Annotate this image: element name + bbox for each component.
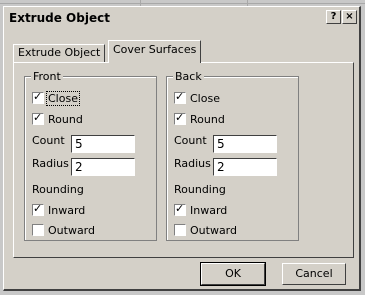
- tab-extrude-object[interactable]: Extrude Object: [13, 44, 106, 62]
- back-radius-input[interactable]: 2: [213, 158, 277, 176]
- back-group-title: Back: [173, 70, 204, 83]
- check-icon: ✓: [175, 202, 185, 215]
- front-radius-label: Radius: [32, 157, 69, 170]
- close-button[interactable]: ×: [342, 10, 357, 24]
- tab-label: Extrude Object: [18, 46, 101, 59]
- title-bar: Extrude Object ? ×: [5, 8, 358, 28]
- check-icon: ✓: [175, 90, 185, 103]
- checkbox-box: ✓: [32, 111, 44, 125]
- checkbox-box: ✓: [32, 90, 44, 104]
- front-group: Front ✓ Close ✓ Round Count 5 Radius 2 R…: [24, 70, 157, 241]
- front-radius-input[interactable]: 2: [71, 158, 135, 176]
- back-close-checkbox[interactable]: ✓ Close: [174, 90, 220, 105]
- checkbox-label: Inward: [48, 203, 86, 217]
- front-group-title: Front: [31, 70, 63, 83]
- back-radius-label: Radius: [174, 157, 211, 170]
- front-inward-checkbox[interactable]: ✓ Inward: [32, 202, 86, 217]
- checkbox-box: [32, 224, 44, 236]
- cancel-button[interactable]: Cancel: [282, 263, 346, 285]
- check-icon: ✓: [33, 90, 43, 103]
- back-count-label: Count: [174, 134, 207, 147]
- help-icon: ?: [330, 11, 337, 22]
- back-group: Back ✓ Close ✓ Round Count 5 Radius 2 Ro…: [166, 70, 299, 241]
- checkbox-label: Outward: [48, 223, 95, 237]
- check-icon: ✓: [33, 111, 43, 124]
- checkbox-box: ✓: [174, 90, 186, 104]
- close-icon: ×: [345, 11, 354, 22]
- dialog-title: Extrude Object: [9, 11, 110, 25]
- checkbox-box: ✓: [174, 202, 186, 216]
- check-icon: ✓: [175, 111, 185, 124]
- tab-cover-surfaces[interactable]: Cover Surfaces: [108, 40, 202, 63]
- checkbox-label: Outward: [190, 223, 237, 237]
- checkbox-box: [174, 224, 186, 236]
- tab-label: Cover Surfaces: [113, 43, 197, 56]
- checkbox-label: Close: [190, 91, 220, 105]
- front-outward-checkbox[interactable]: Outward: [32, 223, 95, 237]
- check-icon: ✓: [33, 202, 43, 215]
- back-rounding-label: Rounding: [174, 183, 226, 196]
- front-rounding-label: Rounding: [32, 183, 84, 196]
- checkbox-label: Round: [190, 112, 225, 126]
- back-inward-checkbox[interactable]: ✓ Inward: [174, 202, 228, 217]
- back-round-checkbox[interactable]: ✓ Round: [174, 111, 225, 126]
- checkbox-box: ✓: [32, 202, 44, 216]
- checkbox-box: ✓: [174, 111, 186, 125]
- front-close-checkbox[interactable]: ✓ Close: [32, 90, 80, 106]
- checkbox-label: Inward: [190, 203, 228, 217]
- ok-button[interactable]: OK: [200, 262, 266, 286]
- background-line: [0, 3, 365, 4]
- back-outward-checkbox[interactable]: Outward: [174, 223, 237, 237]
- extrude-object-dialog: Extrude Object ? × Extrude Object Cover …: [3, 6, 361, 291]
- tab-panel: Front ✓ Close ✓ Round Count 5 Radius 2 R…: [13, 62, 354, 258]
- checkbox-label: Round: [48, 112, 83, 126]
- front-round-checkbox[interactable]: ✓ Round: [32, 111, 83, 126]
- help-button[interactable]: ?: [326, 10, 341, 24]
- front-count-label: Count: [32, 134, 65, 147]
- checkbox-label: Close: [46, 90, 80, 106]
- back-count-input[interactable]: 5: [213, 135, 277, 153]
- front-count-input[interactable]: 5: [71, 135, 135, 153]
